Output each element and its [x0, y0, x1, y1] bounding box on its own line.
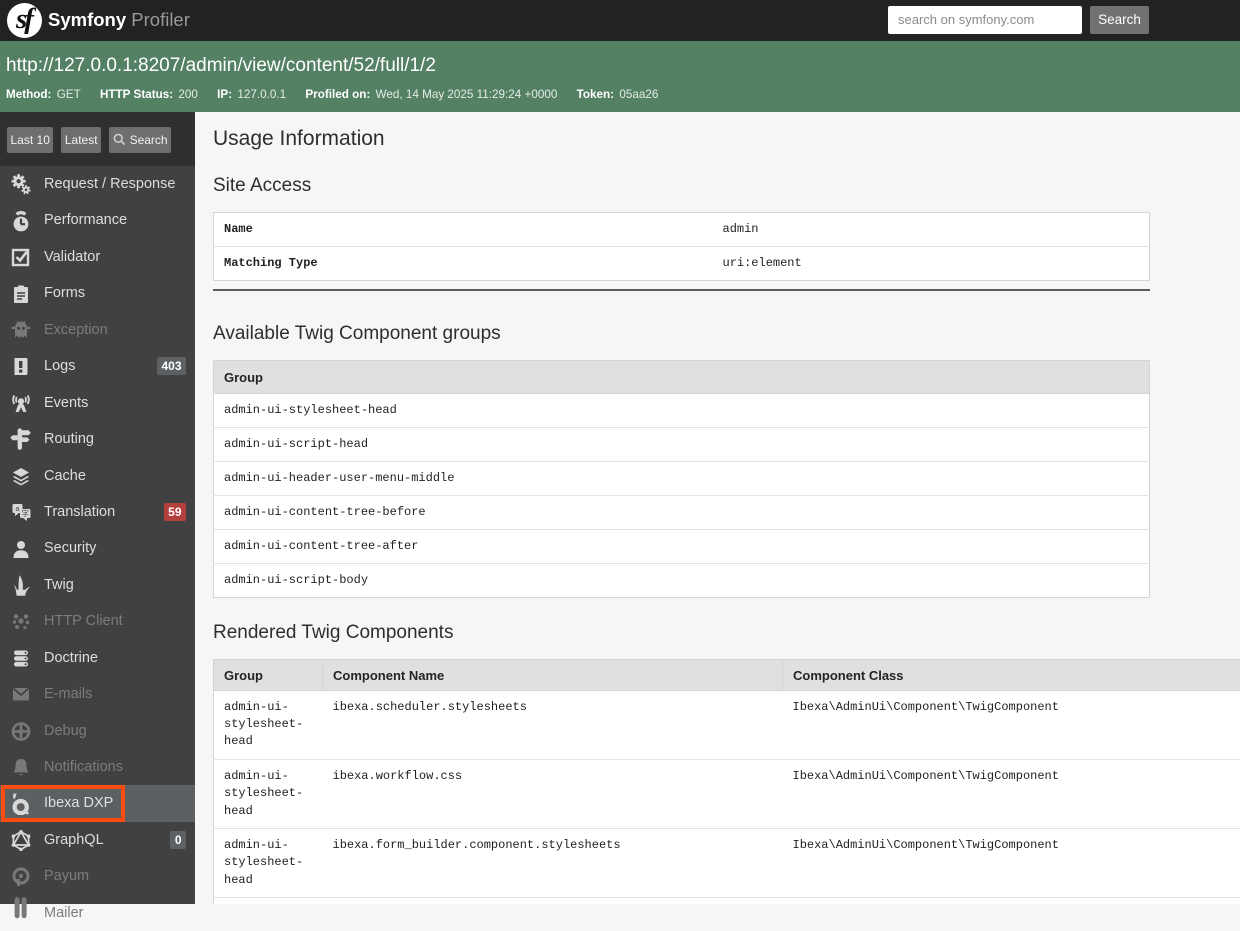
svg-text:字: 字 [22, 508, 30, 518]
